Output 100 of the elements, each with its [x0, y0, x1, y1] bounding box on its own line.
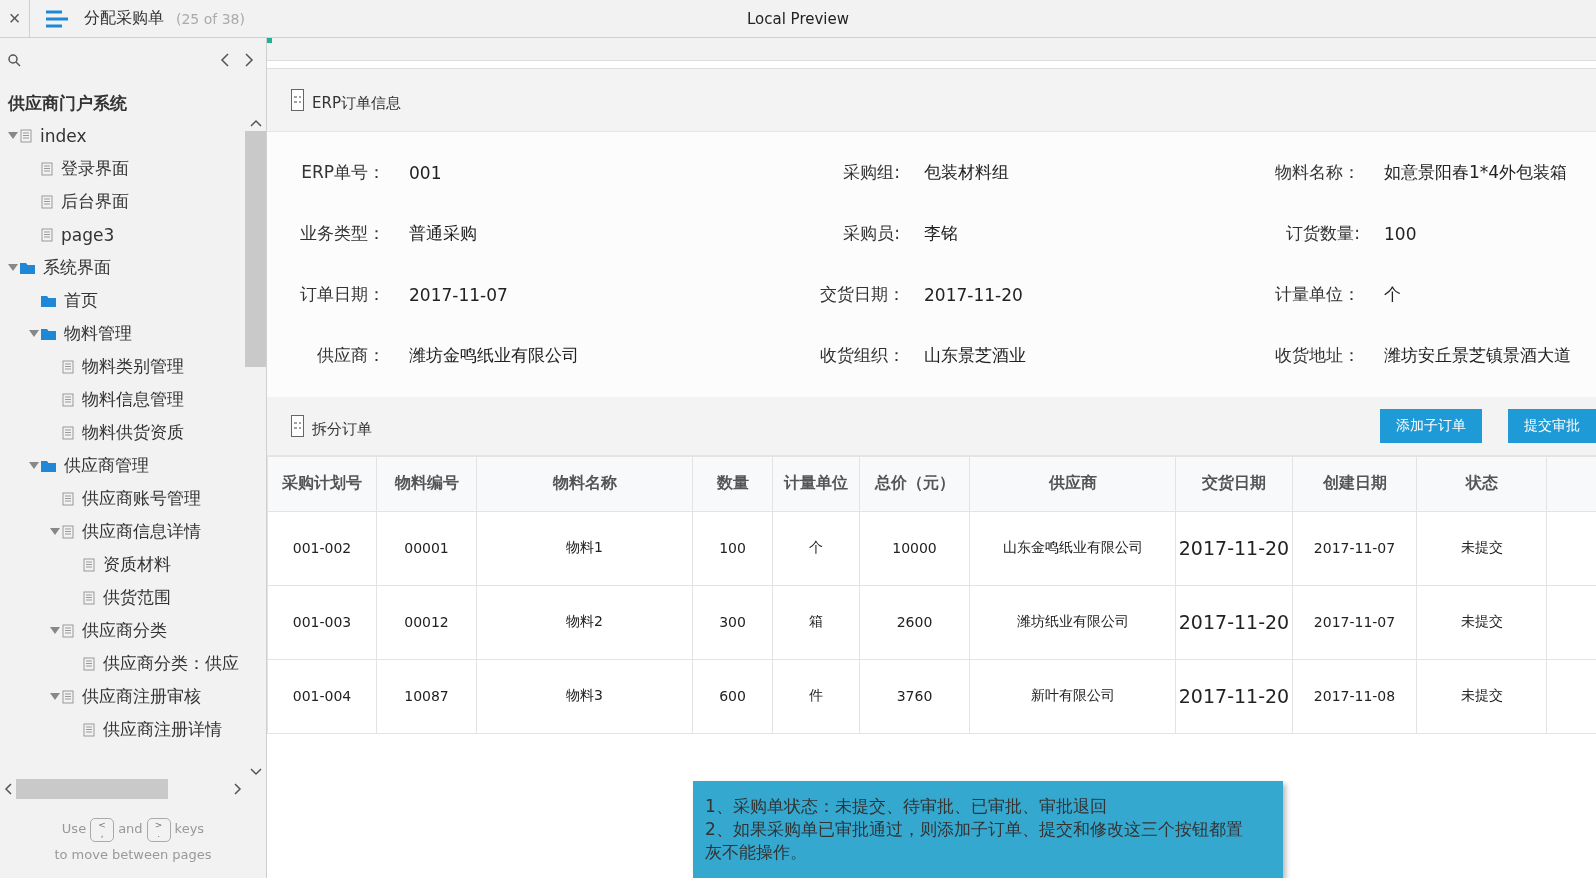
page-icon — [20, 128, 32, 143]
hint-text: and — [118, 821, 143, 836]
field-label: 供应商： — [316, 344, 386, 368]
folder-icon — [20, 261, 35, 274]
field-value: 李铭 — [924, 222, 958, 246]
table-cell: 00001 — [376, 511, 477, 586]
table-cell: 10087 — [376, 659, 477, 734]
table-cell: 箱 — [772, 585, 860, 660]
tree-item[interactable]: 物料供货资质 — [0, 416, 245, 449]
table-cell: 山东金鸣纸业有限公司 — [969, 511, 1176, 586]
table-cell: 300 — [692, 585, 773, 660]
caret-icon[interactable] — [50, 527, 60, 536]
page-title: 分配采购单 — [84, 8, 164, 29]
tree-item[interactable]: 供应商分类：供应 — [0, 647, 245, 680]
close-button[interactable]: × — [0, 0, 30, 38]
scroll-left-icon[interactable] — [4, 783, 12, 795]
table-cell: 001-002 — [267, 511, 377, 586]
page-icon — [62, 689, 74, 704]
field-value: 100 — [1384, 223, 1417, 244]
tree-item[interactable]: 供应商注册审核 — [0, 680, 245, 713]
tree-item[interactable]: index — [0, 119, 245, 152]
column-header: 物料编号 — [376, 456, 477, 512]
tree-item[interactable]: 登录界面 — [0, 152, 245, 185]
column-header: 数量 — [692, 456, 773, 512]
tree-item[interactable]: 供应商管理 — [0, 449, 245, 482]
search-icon[interactable] — [8, 53, 21, 67]
field-label: 订单日期： — [299, 283, 386, 307]
table-cell: 001-003 — [267, 585, 377, 660]
field-label: 物料名称： — [1275, 161, 1361, 185]
caret-icon[interactable] — [50, 626, 60, 635]
table-cell: 个 — [772, 511, 860, 586]
page-icon — [62, 392, 74, 407]
tree-item[interactable]: 供应商注册详情 — [0, 713, 245, 746]
column-header: 计量单位 — [772, 456, 860, 512]
page-icon — [83, 590, 95, 605]
field-value: 如意景阳春1*4外包装箱 — [1384, 161, 1568, 185]
tree-item[interactable]: 系统界面 — [0, 251, 245, 284]
table-cell: 3760 — [859, 659, 970, 734]
tree-item[interactable]: 物料信息管理 — [0, 383, 245, 416]
column-header: 交货日期 — [1175, 456, 1293, 512]
folder-icon — [41, 459, 56, 472]
caret-icon[interactable] — [50, 692, 60, 701]
table-cell: 10000 — [859, 511, 970, 586]
table-cell: 未提交 — [1416, 585, 1547, 660]
table-cell: 2017-11-07 — [1292, 511, 1417, 586]
note-text: 灰不能操作。 — [705, 841, 808, 864]
column-header: 总价（元） — [859, 456, 970, 512]
field-value: 山东景芝酒业 — [924, 344, 1026, 368]
scroll-down-icon[interactable] — [249, 768, 262, 776]
scrollbar-thumb[interactable] — [16, 779, 168, 799]
field-value: 潍坊金鸣纸业有限公司 — [409, 344, 579, 368]
field-label: 业务类型： — [299, 222, 386, 246]
marker-icon — [267, 38, 272, 43]
field-label: ERP单号： — [300, 161, 386, 185]
tree-item[interactable]: 首页 — [0, 284, 245, 317]
menu-button[interactable] — [46, 9, 68, 28]
caret-icon[interactable] — [8, 263, 18, 272]
page-icon — [83, 557, 95, 572]
scrollbar-thumb[interactable] — [245, 131, 266, 367]
note-text: 2、如果采购单已审批通过，则添加子订单、提交和修改这三个按钮都置 — [705, 818, 1244, 841]
hint-text: to move between pages — [53, 846, 213, 864]
project-title: 供应商门户系统 — [7, 92, 128, 115]
table-cell: 2017-11-08 — [1292, 659, 1417, 734]
scroll-up-icon[interactable] — [249, 119, 262, 127]
field-label: 采购员: — [842, 222, 901, 246]
page-count: (25 of 38) — [176, 10, 245, 27]
panel-title: 拆分订单 — [312, 420, 372, 440]
field-label: 收货地址： — [1275, 344, 1361, 368]
tree-item[interactable]: 物料类别管理 — [0, 350, 245, 383]
caret-icon[interactable] — [29, 329, 39, 338]
field-value: 2017-11-20 — [924, 284, 1023, 305]
field-value: 潍坊安丘景芝镇景酒大道 — [1384, 344, 1571, 368]
column-header: 供应商 — [969, 456, 1176, 512]
table-cell: 001-004 — [267, 659, 377, 734]
field-label: 订货数量: — [1285, 222, 1361, 246]
column-header: 采购计划号 — [267, 456, 377, 512]
page-icon — [41, 161, 53, 176]
preview-title: Local Preview — [746, 9, 849, 30]
folder-icon — [41, 327, 56, 340]
tree-item[interactable]: 物料管理 — [0, 317, 245, 350]
table-cell: 2600 — [859, 585, 970, 660]
field-value: 普通采购 — [409, 222, 477, 246]
table-cell: 600 — [692, 659, 773, 734]
folder-icon — [41, 294, 56, 307]
table-cell: 未提交 — [1416, 511, 1547, 586]
panel-title: ERP订单信息 — [312, 94, 401, 114]
caret-icon[interactable] — [8, 131, 18, 140]
field-label: 计量单位： — [1275, 283, 1361, 307]
tree-item[interactable]: 后台界面 — [0, 185, 245, 218]
tree-item[interactable]: 供应商信息详情 — [0, 515, 245, 548]
field-label: 交货日期： — [820, 283, 906, 307]
scroll-right-icon[interactable] — [234, 783, 242, 795]
caret-icon[interactable] — [29, 461, 39, 470]
tree-item[interactable]: 资质材料 — [0, 548, 245, 581]
tree-item[interactable]: page3 — [0, 218, 245, 251]
column-header: 状态 — [1416, 456, 1547, 512]
tree-item[interactable]: 供应商账号管理 — [0, 482, 245, 515]
page-icon — [62, 425, 74, 440]
tree-item[interactable]: 供货范围 — [0, 581, 245, 614]
tree-item[interactable]: 供应商分类 — [0, 614, 245, 647]
